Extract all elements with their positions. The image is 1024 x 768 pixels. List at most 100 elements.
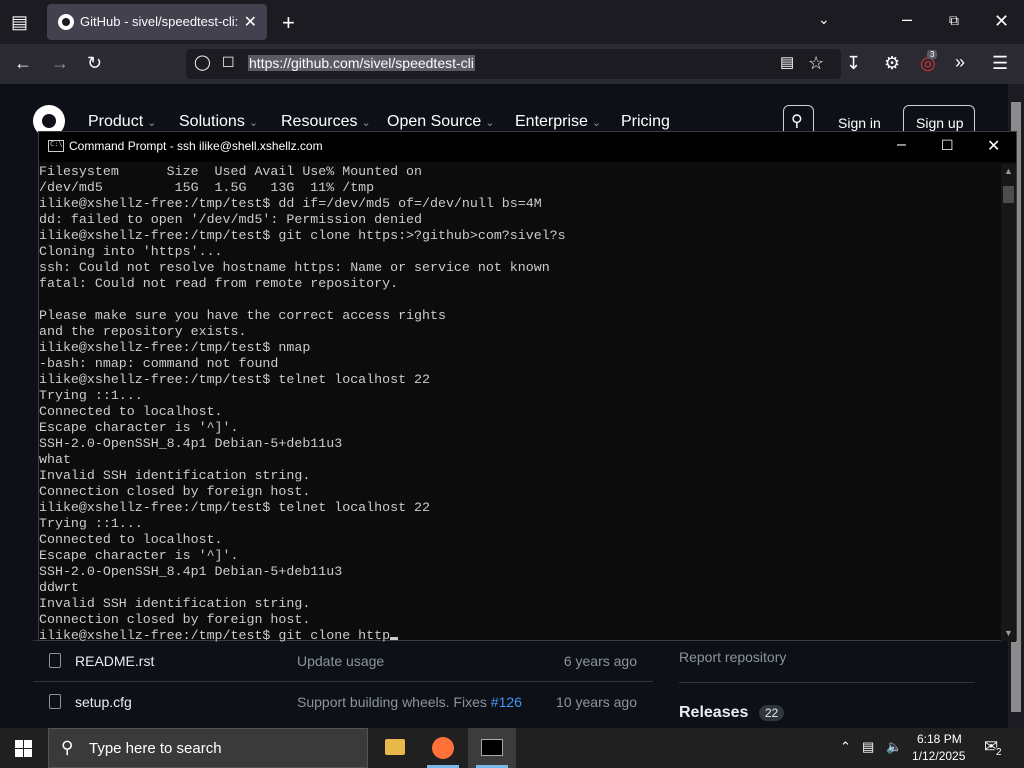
nav-product[interactable]: Product ⌄	[88, 113, 156, 131]
clock-date[interactable]: 1/12/2025	[912, 749, 965, 763]
terminal-line: dd: failed to open '/dev/md5': Permissio…	[39, 212, 423, 227]
terminal-line: ddwrt	[39, 580, 79, 595]
file-name[interactable]: setup.cfg	[75, 694, 132, 710]
forward-icon[interactable]: →	[51, 54, 69, 72]
tab-title: GitHub - sivel/speedtest-cli: Co	[80, 14, 240, 29]
scroll-down-icon[interactable]: ▼	[1004, 628, 1013, 638]
terminal-line: ilike@xshellz-free:/tmp/test$ git clone …	[39, 228, 566, 243]
terminal-line: Escape character is '^]'.	[39, 548, 239, 563]
commit-message[interactable]: Support building wheels. Fixes #126	[297, 694, 522, 710]
windows-start-icon[interactable]	[15, 740, 32, 757]
commit-message-text: Support building wheels. Fixes	[297, 694, 491, 710]
url-text[interactable]: https://github.com/sivel/speedtest-cli	[248, 55, 475, 71]
tab-close-icon[interactable]: ✕	[244, 12, 257, 32]
sidebar-divider	[679, 682, 975, 683]
reader-view-icon[interactable]: ▤	[780, 55, 794, 70]
minimize-icon[interactable]: –	[902, 10, 912, 28]
file-icon	[49, 694, 61, 709]
command-prompt-taskbar-icon[interactable]	[468, 728, 516, 768]
issue-link[interactable]: #126	[491, 694, 522, 710]
clock-time[interactable]: 6:18 PM	[917, 732, 962, 746]
sign-in-link[interactable]: Sign in	[838, 115, 881, 131]
terminal-line: ilike@xshellz-free:/tmp/test$ nmap	[39, 340, 311, 355]
show-hidden-icons[interactable]: ⌃	[840, 739, 851, 755]
command-prompt-window[interactable]: Command Prompt - ssh ilike@shell.xshellz…	[38, 131, 1017, 642]
terminal-line: Trying ::1...	[39, 516, 143, 531]
terminal-line: Connection closed by foreign host.	[39, 612, 311, 627]
overflow-menu-icon[interactable]: »	[955, 53, 965, 71]
terminal-line: Trying ::1...	[39, 388, 143, 403]
nav-pricing[interactable]: Pricing	[621, 113, 670, 131]
scroll-up-icon[interactable]: ▲	[1004, 166, 1013, 176]
terminal-icon	[481, 739, 503, 756]
terminal-line: SSH-2.0-OpenSSH_8.4p1 Debian-5+deb11u3	[39, 564, 343, 579]
report-repository-link[interactable]: Report repository	[679, 649, 786, 665]
file-name[interactable]: README.rst	[75, 653, 154, 669]
commit-message[interactable]: Update usage	[297, 653, 384, 669]
shield-icon[interactable]: ◯	[194, 55, 211, 70]
cmd-scrollbar[interactable]: ▲ ▼	[1001, 164, 1016, 642]
releases-count-badge: 22	[758, 705, 785, 721]
terminal-line: fatal: Could not read from remote reposi…	[39, 276, 399, 291]
terminal-line: ilike@xshellz-free:/tmp/test$ git clone …	[39, 628, 1001, 642]
commit-age: 10 years ago	[556, 694, 637, 710]
terminal-line: Invalid SSH identification string.	[39, 596, 311, 611]
volume-icon[interactable]: 🔈	[886, 739, 902, 755]
terminal-line: Filesystem Size Used Avail Use% Mounted …	[39, 164, 423, 179]
restore-icon[interactable]: ⧉	[949, 13, 959, 27]
terminal-line: Escape character is '^]'.	[39, 420, 239, 435]
chevron-down-icon: ⌄	[248, 117, 259, 129]
firefox-icon[interactable]	[419, 728, 467, 768]
file-explorer-icon[interactable]	[371, 728, 419, 768]
windows-taskbar: ⚲ Type here to search ⌃ ▤ 🔈 6:18 PM 1/12…	[0, 728, 1024, 768]
terminal-line: and the repository exists.	[39, 324, 247, 339]
lock-icon[interactable]: ☐	[222, 55, 235, 69]
nav-label: Open Source	[387, 113, 482, 130]
chevron-down-icon: ⌄	[361, 117, 371, 129]
cmd-maximize-icon[interactable]: ☐	[941, 137, 954, 154]
terminal-line: Connection closed by foreign host.	[39, 484, 311, 499]
file-row[interactable]: README.rst Update usage 6 years ago	[33, 640, 653, 680]
firefox-logo-icon	[432, 737, 454, 759]
browser-tab-github[interactable]: GitHub - sivel/speedtest-cli: Co ✕	[47, 4, 267, 40]
cmd-close-icon[interactable]: ✕	[987, 136, 1000, 156]
address-bar[interactable]: ◯ ☐ https://github.com/sivel/speedtest-c…	[186, 49, 841, 79]
file-icon	[49, 653, 61, 668]
list-all-tabs-icon[interactable]: ⌄	[818, 12, 830, 26]
network-icon[interactable]: ▤	[862, 739, 874, 755]
close-window-icon[interactable]: ✕	[994, 12, 1009, 30]
terminal-line: SSH-2.0-OpenSSH_8.4p1 Debian-5+deb11u3	[39, 436, 343, 451]
nav-open-source[interactable]: Open Source ⌄	[387, 113, 495, 131]
commit-message-text: Update usage	[297, 653, 385, 669]
bookmark-star-icon[interactable]: ☆	[808, 54, 824, 72]
hamburger-menu-icon[interactable]: ☰	[992, 54, 1008, 72]
back-icon[interactable]: ←	[14, 54, 32, 72]
nav-resources[interactable]: Resources ⌄	[281, 113, 371, 131]
folder-icon	[385, 739, 405, 755]
extension-badge: 3	[927, 50, 938, 59]
terminal-line: what	[39, 452, 71, 467]
terminal-cursor	[390, 637, 399, 640]
extensions-icon[interactable]: ⚙	[884, 54, 900, 72]
tab-list-icon[interactable]: ▤	[11, 13, 28, 31]
file-row[interactable]: setup.cfg Support building wheels. Fixes…	[33, 681, 653, 721]
nav-label: Enterprise	[515, 113, 588, 130]
cmd-title-bar[interactable]: Command Prompt - ssh ilike@shell.xshellz…	[39, 132, 1016, 162]
cmd-minimize-icon[interactable]: –	[897, 136, 906, 154]
nav-enterprise[interactable]: Enterprise ⌄	[515, 113, 601, 131]
search-icon: ⚲	[61, 738, 74, 757]
cmd-scrollbar-thumb[interactable]	[1003, 186, 1014, 203]
terminal-output[interactable]: Filesystem Size Used Avail Use% Mounted …	[39, 164, 1001, 642]
taskbar-search-box[interactable]: ⚲ Type here to search	[48, 728, 368, 768]
nav-label: Solutions	[179, 113, 245, 130]
reload-icon[interactable]: ↻	[87, 54, 102, 72]
nav-solutions[interactable]: Solutions ⌄	[179, 113, 258, 131]
releases-heading[interactable]: Releases 22	[679, 704, 785, 722]
commit-age: 6 years ago	[563, 653, 637, 669]
chevron-down-icon: ⌄	[147, 117, 157, 129]
terminal-line: Please make sure you have the correct ac…	[39, 308, 446, 323]
terminal-line: ilike@xshellz-free:/tmp/test$ telnet loc…	[39, 500, 430, 515]
new-tab-icon[interactable]: +	[282, 12, 295, 34]
nav-label: Resources	[281, 113, 358, 130]
downloads-icon[interactable]: ↧	[846, 54, 861, 72]
